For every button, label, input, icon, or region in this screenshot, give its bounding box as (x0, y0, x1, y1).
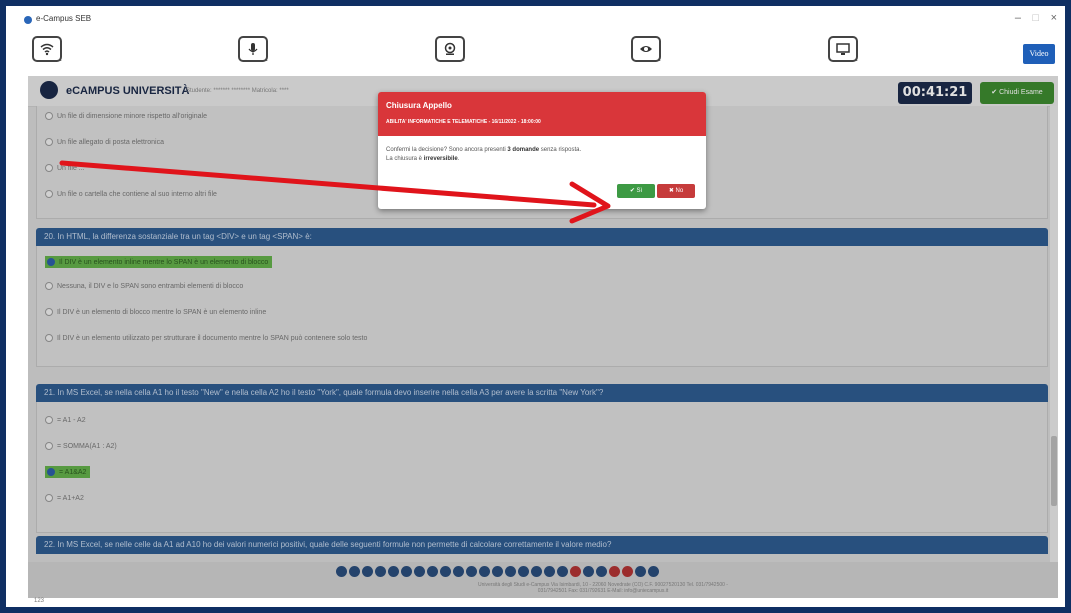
radio-button[interactable] (45, 308, 53, 316)
q20-option-4[interactable]: Il DIV è un elemento utilizzato per stru… (45, 334, 367, 342)
q19-option-1[interactable]: Un file di dimensione minore rispetto al… (45, 112, 207, 120)
radio-button[interactable] (45, 164, 53, 172)
close-exam-dialog: Chiusura Appello ABILITA' INFORMATICHE E… (378, 92, 706, 209)
question-pager: Università degli Studi e-Campus Via Isim… (28, 562, 1058, 598)
page-dot[interactable] (531, 566, 542, 577)
page-dot[interactable] (375, 566, 386, 577)
dialog-header: Chiusura Appello ABILITA' INFORMATICHE E… (378, 92, 706, 136)
pager-dots (336, 566, 659, 577)
eye-button[interactable]: . (631, 36, 661, 63)
q19-option-4[interactable]: Un file o cartella che contiene al suo i… (45, 190, 217, 198)
page-dot[interactable] (635, 566, 646, 577)
webcam-button[interactable]: . (435, 36, 465, 63)
q22-title: 22. In MS Excel, se nelle celle da A1 ad… (36, 536, 1048, 554)
page-dot[interactable] (440, 566, 451, 577)
eye-icon (640, 46, 652, 52)
page-dot[interactable] (518, 566, 529, 577)
page-dot[interactable] (505, 566, 516, 577)
q20-option-2[interactable]: Nessuna, il DIV e lo SPAN sono entrambi … (45, 282, 243, 290)
page-dot[interactable] (401, 566, 412, 577)
page-dot[interactable] (596, 566, 607, 577)
q21-option-1[interactable]: = A1 - A2 (45, 416, 86, 424)
question-22: 22. In MS Excel, se nelle celle da A1 ad… (36, 536, 1048, 554)
radio-button[interactable] (45, 190, 53, 198)
ecampus-logo-icon (40, 81, 58, 99)
monitor-icon (836, 43, 850, 55)
q20-option-1[interactable]: Il DIV è un elemento inline mentre lo SP… (45, 256, 273, 268)
page-dot-unanswered[interactable] (622, 566, 633, 577)
page-dot[interactable] (479, 566, 490, 577)
dialog-message: Confermi la decisione? Sono ancora prese… (386, 147, 582, 162)
microphone-button[interactable]: . (238, 36, 268, 63)
exam-timer: 00:41:21 (898, 82, 972, 104)
q21-option-3[interactable]: = A1&A2 (45, 466, 91, 478)
close-exam-button[interactable]: ✔ Chiudi Esame (980, 82, 1054, 104)
exam-window: e-Campus SEB – □ × . . . . . Video eCAMP… (6, 6, 1065, 607)
q21-title: 21. In MS Excel, se nella cella A1 ho il… (36, 384, 1048, 402)
radio-button[interactable] (45, 416, 53, 424)
page-dot[interactable] (349, 566, 360, 577)
page-dot[interactable] (466, 566, 477, 577)
confirm-yes-button[interactable]: ✔ Sì (617, 184, 655, 198)
scroll-thumb[interactable] (1051, 436, 1057, 506)
close-exam-label: Chiudi Esame (999, 89, 1043, 96)
radio-button[interactable] (45, 282, 53, 290)
radio-button[interactable] (45, 334, 53, 342)
page-dot[interactable] (414, 566, 425, 577)
maximize-button[interactable]: □ (1032, 12, 1039, 24)
page-dot[interactable] (544, 566, 555, 577)
page-dot-unanswered[interactable] (570, 566, 581, 577)
video-button[interactable]: Video (1023, 44, 1055, 64)
page-dot-unanswered[interactable] (609, 566, 620, 577)
title-bar: e-Campus SEB – □ × (6, 6, 1065, 36)
radio-button[interactable] (45, 442, 53, 450)
page-dot[interactable] (583, 566, 594, 577)
page-dot[interactable] (362, 566, 373, 577)
question-20: 20. In HTML, la differenza sostanziale t… (36, 228, 1048, 367)
status-text: 123 (34, 598, 45, 604)
page-dot[interactable] (492, 566, 503, 577)
question-21: 21. In MS Excel, se nella cella A1 ho il… (36, 384, 1048, 533)
confirm-no-button[interactable]: ✖ No (657, 184, 695, 198)
ecampus-logo-text: eCAMPUS UNIVERSITÀ (66, 85, 190, 97)
student-info: Studente: ******* ******** Matricola: **… (186, 88, 289, 94)
q20-option-3[interactable]: Il DIV è un elemento di blocco mentre lo… (45, 308, 266, 316)
irreversible-word: irreversibile (423, 156, 458, 162)
radio-button[interactable] (45, 494, 53, 502)
wifi-button[interactable]: . (32, 36, 62, 63)
q21-option-2[interactable]: = SOMMA(A1 : A2) (45, 442, 117, 450)
minimize-button[interactable]: – (1015, 12, 1021, 24)
microphone-icon (248, 43, 258, 55)
monitor-button[interactable]: . (828, 36, 858, 63)
page-dot[interactable] (388, 566, 399, 577)
q20-title: 20. In HTML, la differenza sostanziale t… (36, 228, 1048, 246)
radio-button[interactable] (47, 258, 55, 266)
scrollbar[interactable] (1050, 106, 1058, 562)
footer-text: Università degli Studi e-Campus Via Isim… (478, 582, 728, 594)
q19-option-3[interactable]: Un file ... (45, 164, 85, 172)
page-dot[interactable] (427, 566, 438, 577)
radio-button[interactable] (45, 138, 53, 146)
app-title: e-Campus SEB (36, 14, 92, 23)
close-window-button[interactable]: × (1051, 12, 1057, 24)
dialog-subtitle: ABILITA' INFORMATICHE E TELEMATICHE - 16… (386, 119, 541, 125)
radio-button[interactable] (47, 468, 55, 476)
page-dot[interactable] (557, 566, 568, 577)
page-dot[interactable] (336, 566, 347, 577)
wifi-icon (40, 43, 54, 56)
webcam-icon (444, 42, 456, 55)
q21-option-4[interactable]: = A1+A2 (45, 494, 84, 502)
app-icon (24, 16, 32, 24)
unanswered-count: 3 domande (507, 147, 540, 153)
dialog-title: Chiusura Appello (386, 101, 452, 110)
q19-option-2[interactable]: Un file allegato di posta elettronica (45, 138, 164, 146)
page-dot[interactable] (648, 566, 659, 577)
radio-button[interactable] (45, 112, 53, 120)
page-dot[interactable] (453, 566, 464, 577)
